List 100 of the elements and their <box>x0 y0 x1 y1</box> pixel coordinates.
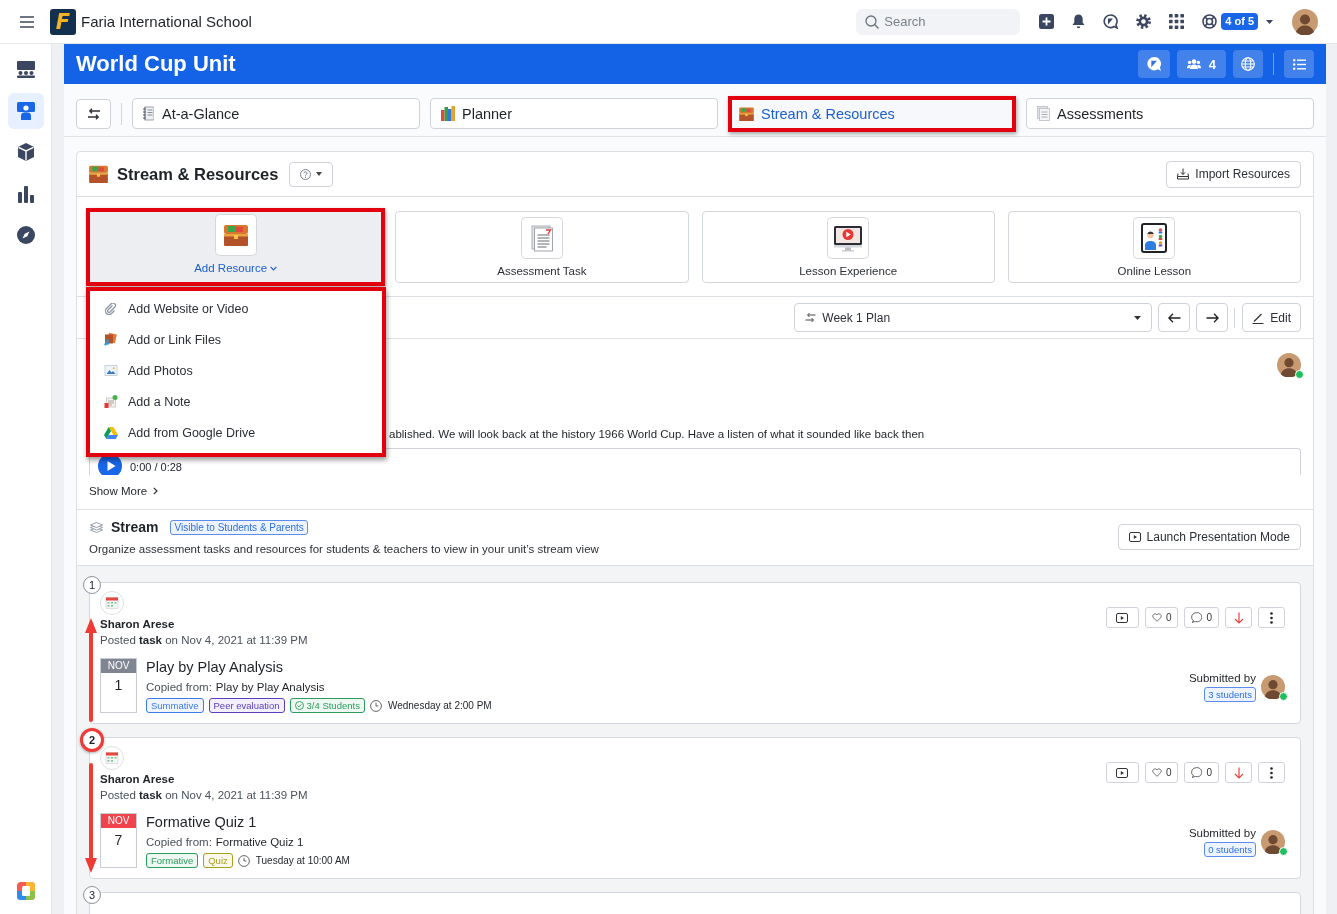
resource-tile[interactable]: Online Lesson <box>1007 211 1301 283</box>
search-icon <box>865 14 880 29</box>
play-button[interactable] <box>98 454 122 475</box>
calendar-icon <box>100 746 124 770</box>
more-button[interactable] <box>1258 607 1285 628</box>
tab[interactable]: Stream & Resources <box>728 95 1016 132</box>
help-icon <box>300 168 312 180</box>
books-icon <box>441 106 455 121</box>
tag: Peer evaluation <box>208 698 285 713</box>
more-button[interactable] <box>1258 762 1285 783</box>
kebab-icon <box>1270 611 1273 624</box>
chat-bubble-icon[interactable] <box>1103 14 1119 29</box>
author-name: Sharon Arese <box>100 772 175 787</box>
clock-icon <box>237 854 250 867</box>
compass-icon[interactable] <box>15 225 36 245</box>
present-button[interactable] <box>1105 607 1139 628</box>
calendar-icon <box>100 591 124 615</box>
chat-button[interactable] <box>1137 50 1170 78</box>
heart-icon <box>1151 768 1162 777</box>
bar-chart-icon[interactable] <box>15 183 36 204</box>
submissions-badge[interactable]: 0 students <box>1204 842 1256 857</box>
post-meta: Posted task on Nov 4, 2021 at 11:39 PM <box>100 633 308 648</box>
resource-tile[interactable]: Assessment Task <box>395 211 689 283</box>
task-title[interactable]: Play by Play Analysis <box>146 658 283 676</box>
post-text: ablished. We will look back at the history 1966 World Cup. Have a listen of what it sounded like back then <box>389 427 925 441</box>
comment-icon <box>1191 612 1203 623</box>
import-resources-button[interactable]: Import Resources <box>1166 160 1301 188</box>
search-field[interactable]: Search <box>856 8 1021 35</box>
submitted-label: Submitted by <box>1188 671 1256 685</box>
due-time: Tuesday at 10:00 AM <box>255 855 350 866</box>
apps-grid-icon[interactable] <box>1169 14 1185 29</box>
drive-icon <box>104 426 118 439</box>
lifebuoy-icon[interactable] <box>1202 14 1218 29</box>
comment-button[interactable]: 0 <box>1184 607 1219 628</box>
resource-tile[interactable]: Add Resource <box>86 208 386 286</box>
avatar[interactable] <box>1292 8 1318 35</box>
next-button[interactable] <box>1196 303 1229 332</box>
classroom-icon[interactable] <box>15 59 36 79</box>
avatar <box>1261 829 1285 854</box>
submitted-label: Submitted by <box>1188 826 1256 840</box>
date-month: NOV <box>101 659 136 673</box>
tab[interactable]: At-a-Glance <box>132 98 420 129</box>
swap-arrows-icon <box>86 107 101 120</box>
chest-icon <box>89 165 108 183</box>
like-button[interactable]: 0 <box>1144 762 1179 783</box>
check-circle-icon <box>294 701 304 710</box>
outline-button[interactable] <box>1284 50 1314 78</box>
date-day: 1 <box>101 673 136 697</box>
pencil-icon <box>1252 311 1265 324</box>
resource-tile[interactable]: Lesson Experience <box>701 211 995 283</box>
arrow-right-icon <box>1205 312 1219 323</box>
step-number: 2 <box>80 728 104 752</box>
menu-item[interactable]: Add a Note <box>90 386 383 417</box>
globe-icon <box>1241 57 1255 71</box>
post-meta: Posted task on Nov 4, 2021 at 11:39 PM <box>100 788 308 803</box>
import-icon <box>1177 168 1190 180</box>
menu-item[interactable]: Add Photos <box>90 355 383 386</box>
chest-icon <box>739 106 754 121</box>
collapse-button[interactable] <box>76 98 111 129</box>
comment-button[interactable]: 0 <box>1184 762 1219 783</box>
heart-icon <box>1151 613 1162 622</box>
menu-item[interactable]: Add Website or Video <box>90 293 383 324</box>
arrow-left-icon <box>1167 312 1181 323</box>
launch-presentation-button[interactable]: Launch Presentation Mode <box>1117 524 1301 550</box>
note-icon <box>104 395 118 408</box>
show-more-link[interactable]: Show More <box>89 484 159 498</box>
tag: Summative <box>146 698 204 713</box>
progress-badge[interactable]: 4 of 5 <box>1221 13 1258 30</box>
previous-button[interactable] <box>1158 303 1191 332</box>
task-title[interactable]: Formative Quiz 1 <box>146 813 257 831</box>
settings-icon[interactable] <box>1136 14 1152 29</box>
school-name: Faria International School <box>81 13 252 30</box>
add-icon[interactable] <box>1039 14 1055 29</box>
notifications-icon[interactable] <box>1072 14 1086 29</box>
caret-icon[interactable] <box>1266 19 1273 24</box>
edit-button[interactable]: Edit <box>1242 303 1301 332</box>
cube-icon[interactable] <box>15 142 36 162</box>
like-button[interactable]: 0 <box>1144 607 1179 628</box>
help-dropdown-button[interactable] <box>289 161 334 187</box>
copied-from-label: Copied from: <box>146 835 212 850</box>
tab[interactable]: Planner <box>430 98 718 129</box>
step-number: 3 <box>83 886 101 904</box>
section-description: Organize assessment tasks and resources for students & teachers to view in your unit’s stream view <box>89 542 599 557</box>
chevron-right-icon <box>153 487 159 495</box>
author-name: Sharon Arese <box>100 617 175 632</box>
language-button[interactable] <box>1233 50 1263 78</box>
submissions-badge[interactable]: 3 students <box>1204 687 1256 702</box>
chest-icon <box>214 214 257 256</box>
plan-select[interactable]: Week 1 Plan <box>794 303 1153 332</box>
present-button[interactable] <box>1105 762 1139 783</box>
app-logo-icon[interactable] <box>16 882 35 900</box>
menu-icon[interactable] <box>20 15 34 28</box>
monitor-play-icon <box>827 217 870 259</box>
tab[interactable]: Assessments <box>1026 98 1314 129</box>
members-button[interactable]: 4 <box>1176 50 1226 78</box>
menu-item[interactable]: Add from Google Drive <box>90 417 383 448</box>
due-time: Wednesday at 2:00 PM <box>387 700 492 711</box>
tag: 3/4 Students <box>289 698 365 713</box>
menu-item[interactable]: Add or Link Files <box>90 324 383 355</box>
presenter-icon[interactable] <box>7 92 44 129</box>
